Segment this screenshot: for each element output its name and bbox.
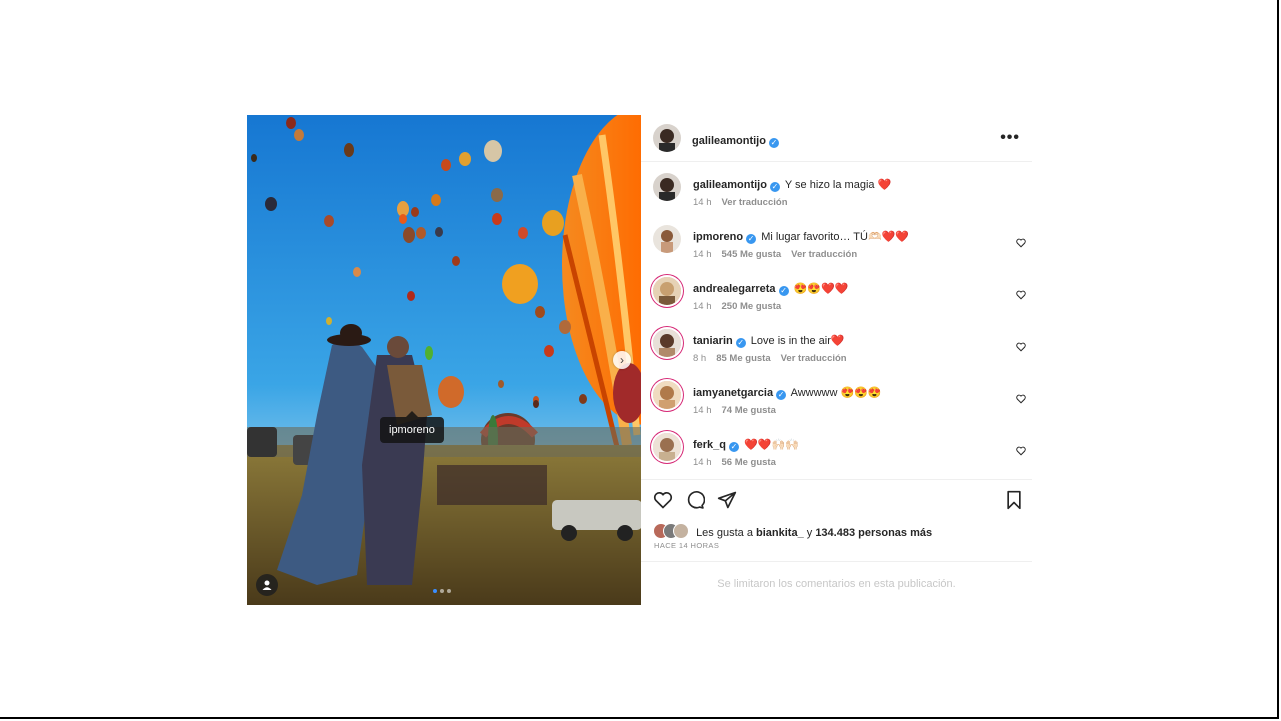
- likes-connector: y: [806, 527, 813, 539]
- comment-time: 14 h: [693, 249, 712, 260]
- post-header: galileamontijo ✓ •••: [641, 115, 1032, 162]
- share-icon[interactable]: [717, 490, 737, 510]
- comment-text: Awwwww 😍😍😍: [790, 387, 882, 399]
- avatar-image: [653, 329, 681, 357]
- avatar-image: [653, 277, 681, 305]
- comment-item: iamyanetgarcia ✓ Awwwww 😍😍😍 14 h 74 Me gus…: [641, 381, 1032, 433]
- translate-link[interactable]: Ver traducción: [791, 249, 857, 260]
- next-photo-button[interactable]: ›: [613, 351, 631, 369]
- verified-icon: ✓: [746, 234, 757, 244]
- caption-username[interactable]: galileamontijo: [693, 179, 767, 191]
- comment-username[interactable]: ferk_q: [693, 439, 726, 451]
- avatar-image: [653, 381, 681, 409]
- likes-count-link[interactable]: 134.483 personas más: [815, 527, 932, 539]
- comment-text: Love is in the air❤️: [750, 335, 845, 347]
- carousel-dot: [440, 589, 444, 593]
- likes-summary: Les gusta a biankita_ y 134.483 personas…: [653, 523, 932, 539]
- like-heart-icon[interactable]: [653, 490, 673, 510]
- more-options-button[interactable]: •••: [1000, 129, 1020, 147]
- caption-time: 14 h: [693, 197, 712, 208]
- comment-item: ipmoreno ✓ Mi lugar favorito… TÚ🫶🏻❤️❤️ 14…: [641, 225, 1032, 277]
- comment-likes[interactable]: 250 Me gusta: [722, 301, 782, 312]
- caption-text: Y se hizo la magia ❤️: [784, 179, 892, 191]
- comment-avatar[interactable]: [653, 277, 681, 305]
- comment-avatar[interactable]: [653, 433, 681, 461]
- comment-username[interactable]: ipmoreno: [693, 231, 743, 243]
- verified-icon: ✓: [769, 182, 780, 192]
- comment-time: 14 h: [693, 301, 712, 312]
- user-tag-pill[interactable]: ipmoreno: [380, 411, 444, 443]
- comment-avatar[interactable]: [653, 381, 681, 409]
- like-comment-heart-icon[interactable]: [1016, 290, 1026, 300]
- post-actions: Les gusta a biankita_ y 134.483 personas…: [641, 479, 1032, 560]
- comment-avatar[interactable]: [653, 329, 681, 357]
- comment-likes[interactable]: 85 Me gusta: [716, 353, 770, 364]
- carousel-dot: [447, 589, 451, 593]
- liker-avatar: [673, 523, 689, 539]
- comment-username[interactable]: taniarin: [693, 335, 733, 347]
- translate-link[interactable]: Ver traducción: [722, 197, 788, 208]
- author-avatar[interactable]: [653, 124, 681, 152]
- carousel-dots: [433, 589, 451, 593]
- comment-likes[interactable]: 74 Me gusta: [722, 405, 776, 416]
- comment-time: 8 h: [693, 353, 707, 364]
- verified-icon: ✓: [776, 390, 787, 400]
- author-username[interactable]: galileamontijo: [692, 135, 766, 147]
- comment-username[interactable]: iamyanetgarcia: [693, 387, 773, 399]
- verified-icon: ✓: [778, 286, 789, 296]
- translate-link[interactable]: Ver traducción: [781, 353, 847, 364]
- caption-avatar[interactable]: [653, 173, 681, 201]
- avatar-image: [653, 173, 681, 201]
- post-photo[interactable]: ipmoreno ›: [247, 115, 641, 605]
- avatar-image: [653, 225, 681, 253]
- comment-avatar[interactable]: [653, 225, 681, 253]
- comment-time: 14 h: [693, 405, 712, 416]
- tagged-users-button[interactable]: [256, 574, 278, 596]
- comment-icon[interactable]: [685, 490, 705, 510]
- avatar-image: [653, 433, 681, 461]
- verified-icon: ✓: [768, 138, 779, 148]
- like-comment-heart-icon[interactable]: [1016, 342, 1026, 352]
- comments-limited-notice: Se limitaron los comentarios en esta pub…: [641, 561, 1032, 606]
- carousel-dot: [433, 589, 437, 593]
- post-caption: galileamontijo ✓ Y se hizo la magia ❤️ 14…: [641, 173, 1032, 225]
- comment-text: ❤️❤️🙌🏻🙌🏻: [744, 439, 799, 451]
- comment-item: andrealegarreta ✓ 😍😍❤️❤️ 14 h 250 Me gusta: [641, 277, 1032, 329]
- comment-item: ferk_q ✓ ❤️❤️🙌🏻🙌🏻 14 h 56 Me gusta: [641, 433, 1032, 485]
- comment-likes[interactable]: 545 Me gusta: [722, 249, 782, 260]
- like-comment-heart-icon[interactable]: [1016, 394, 1026, 404]
- post-time: HACE 14 HORAS: [654, 541, 720, 550]
- likes-prefix: Les gusta a: [696, 527, 753, 539]
- comment-username[interactable]: andrealegarreta: [693, 283, 776, 295]
- comment-text: 😍😍❤️❤️: [793, 283, 849, 295]
- comment-likes[interactable]: 56 Me gusta: [722, 457, 776, 468]
- user-icon: [262, 580, 272, 590]
- save-bookmark-icon[interactable]: [1005, 490, 1023, 510]
- avatar-image: [653, 124, 681, 152]
- liker-username[interactable]: biankita_: [756, 527, 804, 539]
- hot-air-balloons-photo: [247, 115, 641, 605]
- comment-item: taniarin ✓ Love is in the air❤️ 8 h 85 Me …: [641, 329, 1032, 381]
- comment-text: Mi lugar favorito… TÚ🫶🏻❤️❤️: [761, 231, 910, 243]
- verified-icon: ✓: [735, 338, 746, 348]
- post-sidebar: galileamontijo ✓ ••• galileamontijo ✓ Y se…: [641, 115, 1032, 605]
- verified-icon: ✓: [729, 442, 740, 452]
- like-comment-heart-icon[interactable]: [1016, 446, 1026, 456]
- comment-time: 14 h: [693, 457, 712, 468]
- like-comment-heart-icon[interactable]: [1016, 238, 1026, 248]
